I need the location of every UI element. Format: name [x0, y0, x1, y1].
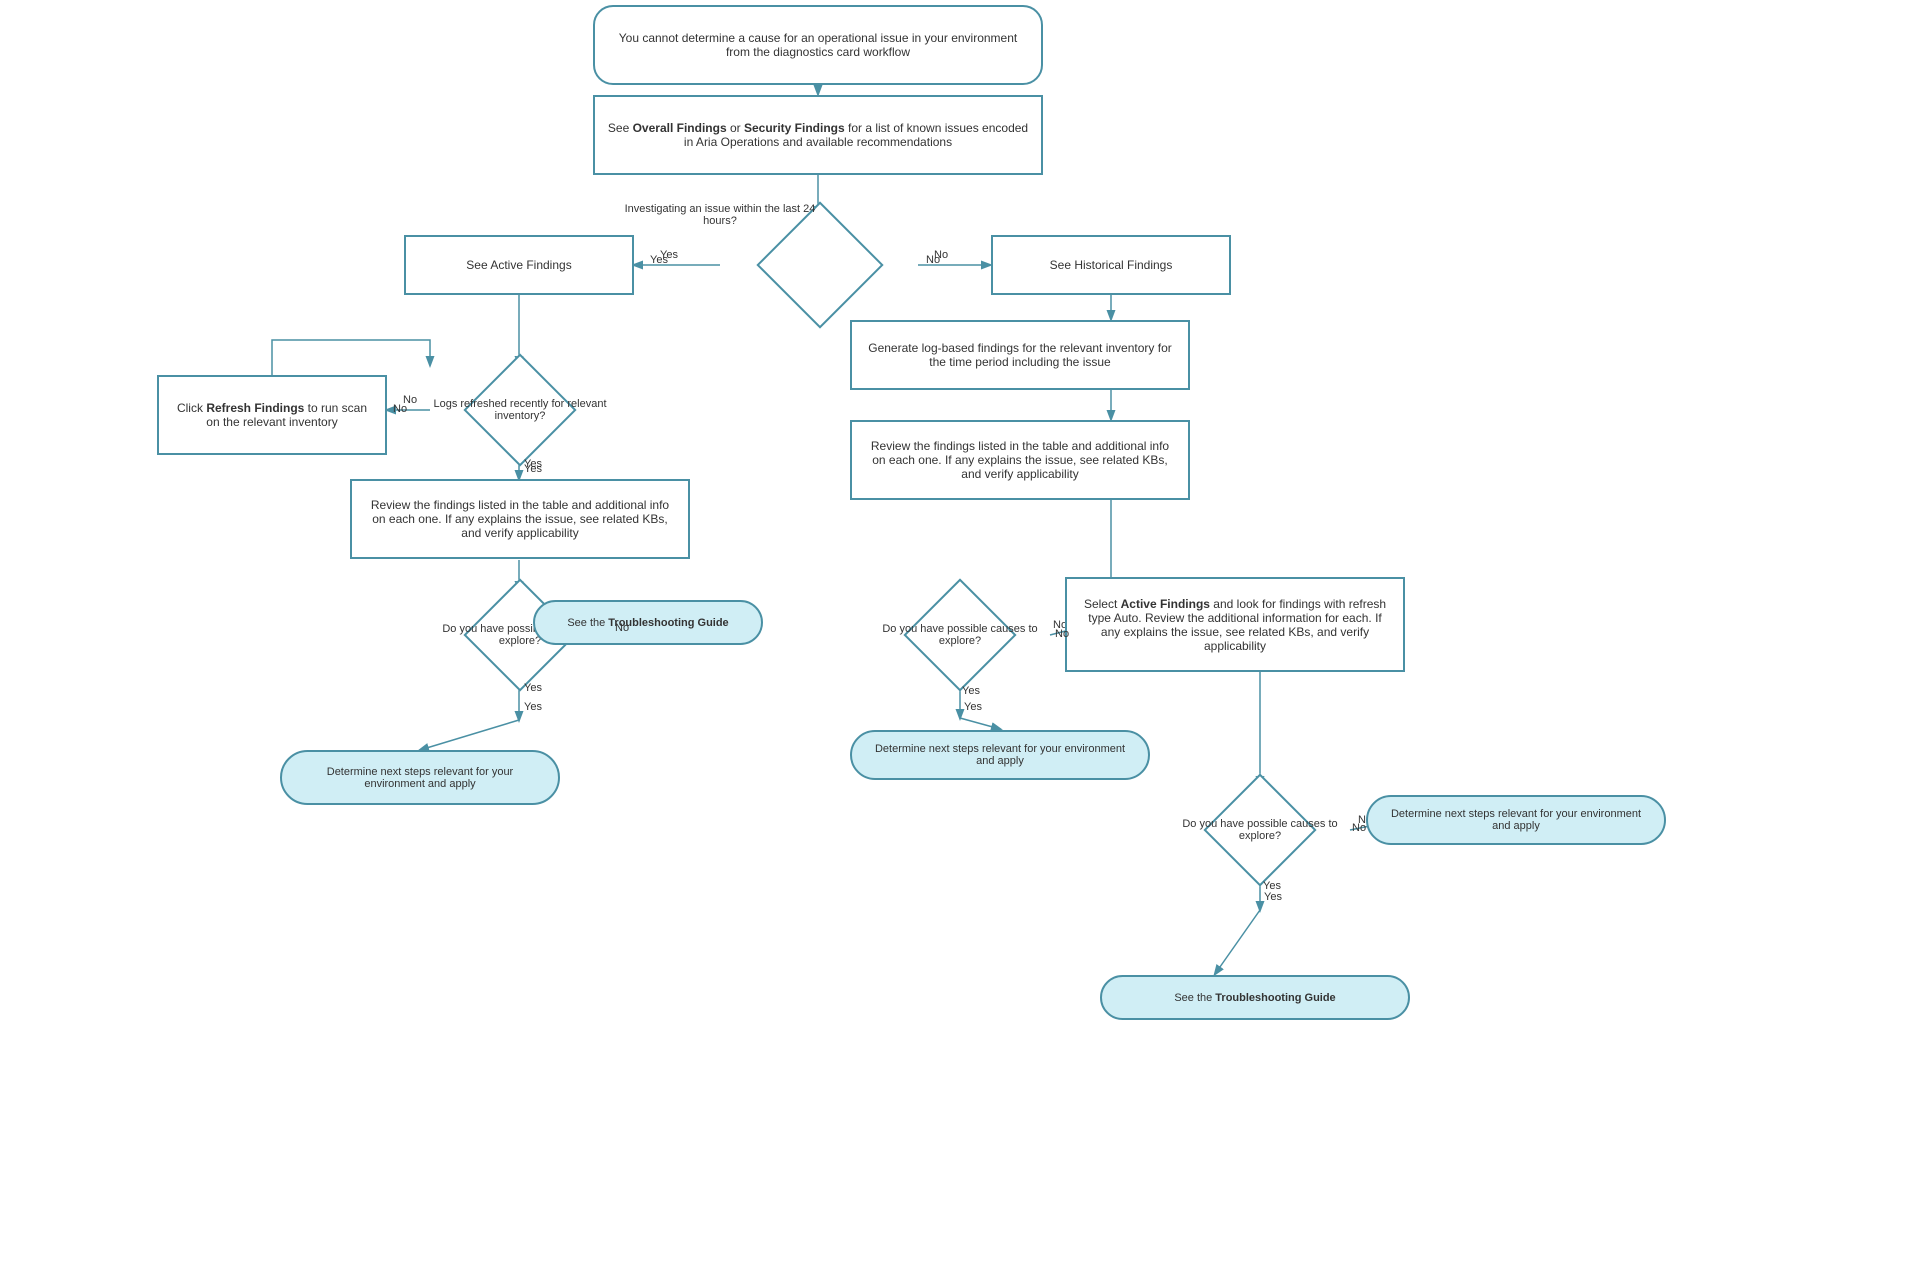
possible-causes-hist-diamond: Do you have possible causes to explore? [870, 590, 1050, 680]
review-historical-text: Review the findings listed in the table … [864, 439, 1176, 481]
yes-causes-right-label: Yes [1264, 891, 1282, 903]
possible-causes-right-diamond: Do you have possible causes to explore? [1170, 785, 1350, 875]
no-label-causes-right: No [1352, 822, 1366, 834]
click-refresh-node: Click Refresh Findings to run scan on th… [157, 375, 387, 455]
flowchart: Yes No No Yes No Yes No [0, 0, 1926, 1281]
no-label-causes-hist: No [1055, 628, 1069, 640]
determine-hist-text: Determine next steps relevant for your e… [868, 743, 1132, 767]
yes-causes-hist-label: Yes [964, 701, 982, 713]
investigating-diamond: Investigating an issue within the last 2… [720, 215, 920, 315]
generate-log-node: Generate log-based findings for the rele… [850, 320, 1190, 390]
yes-label-logs: Yes [524, 458, 542, 470]
yes-causes-left-label: Yes [524, 701, 542, 713]
click-refresh-text: Click Refresh Findings to run scan on th… [171, 401, 373, 429]
yes-label-causes-hist: Yes [962, 685, 980, 697]
active-findings-node: See Active Findings [404, 235, 634, 295]
no-label-logs: No [393, 403, 407, 415]
review-active-node: Review the findings listed in the table … [350, 479, 690, 559]
possible-causes-hist-text: Do you have possible causes to explore? [870, 623, 1050, 647]
yes-label-causes-right: Yes [1263, 880, 1281, 892]
active-findings-text: See Active Findings [466, 258, 571, 272]
determine-right-node: Determine next steps relevant for your e… [1366, 795, 1666, 845]
no-label-investigating: No [926, 254, 940, 266]
determine-hist-node: Determine next steps relevant for your e… [850, 730, 1150, 780]
overall-findings-text: See Overall Findings or Security Finding… [607, 121, 1029, 149]
historical-findings-node: See Historical Findings [991, 235, 1231, 295]
yes-label-investigating: Yes [650, 254, 668, 266]
determine-left-text: Determine next steps relevant for your e… [298, 766, 542, 790]
troubleshooting-left-node: See the Troubleshooting Guide [533, 600, 763, 645]
start-text: You cannot determine a cause for an oper… [607, 31, 1029, 59]
generate-log-text: Generate log-based findings for the rele… [864, 341, 1176, 369]
logs-refreshed-text: Logs refreshed recently for relevant inv… [430, 398, 610, 422]
select-active-text: Select Active Findings and look for find… [1079, 597, 1391, 653]
review-active-text: Review the findings listed in the table … [364, 498, 676, 540]
yes-label-causes-left: Yes [524, 682, 542, 694]
troubleshooting-left-text: See the Troubleshooting Guide [567, 617, 728, 629]
start-node: You cannot determine a cause for an oper… [593, 5, 1043, 85]
possible-causes-right-text: Do you have possible causes to explore? [1170, 818, 1350, 842]
review-historical-node: Review the findings listed in the table … [850, 420, 1190, 500]
determine-right-text: Determine next steps relevant for your e… [1384, 808, 1648, 832]
overall-findings-node: See Overall Findings or Security Finding… [593, 95, 1043, 175]
investigating-text: Investigating an issue within the last 2… [620, 203, 820, 227]
select-active-node: Select Active Findings and look for find… [1065, 577, 1405, 672]
historical-findings-text: See Historical Findings [1050, 258, 1173, 272]
no-label-causes-left: No [615, 622, 629, 634]
logs-refreshed-diamond: Logs refreshed recently for relevant inv… [430, 365, 610, 455]
troubleshooting-right-text: See the Troubleshooting Guide [1174, 992, 1335, 1004]
troubleshooting-right-node: See the Troubleshooting Guide [1100, 975, 1410, 1020]
determine-left-node: Determine next steps relevant for your e… [280, 750, 560, 805]
